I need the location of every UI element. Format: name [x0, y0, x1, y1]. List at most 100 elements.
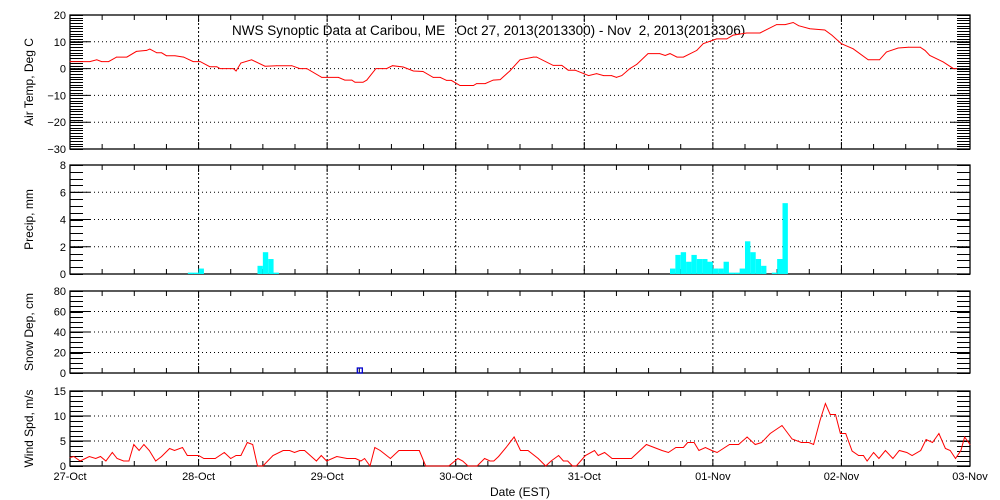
data-point [351, 79, 353, 81]
data-point [101, 61, 103, 63]
panel-3: 051015Wind Spd, m/s [22, 386, 971, 473]
data-point [682, 56, 684, 58]
data-point [321, 77, 323, 78]
data-point [813, 444, 814, 445]
data-point [698, 450, 700, 451]
data-point [944, 448, 946, 449]
data-point [845, 433, 847, 434]
data-point [439, 77, 441, 78]
data-point [214, 458, 216, 459]
data-point [509, 70, 511, 72]
data-point [138, 450, 140, 451]
data-point [320, 455, 322, 456]
data-point [476, 83, 478, 85]
y-tick-label: 80 [54, 286, 66, 298]
precip-bar [675, 254, 681, 274]
data-point [532, 56, 534, 58]
data-point [841, 43, 842, 45]
data-point [646, 444, 647, 445]
data-point [240, 62, 242, 64]
x-axis-label: Date (EST) [490, 485, 550, 499]
data-point [484, 458, 486, 459]
data-point [746, 436, 748, 438]
data-point [952, 68, 954, 69]
data-point [964, 436, 966, 438]
data-point [558, 455, 559, 456]
data-point [108, 61, 109, 63]
precip-bar [686, 261, 692, 274]
data-point [88, 456, 90, 457]
precip-bar [680, 252, 687, 274]
data-point [476, 465, 478, 467]
data-point [294, 452, 295, 453]
precip-bar [257, 265, 263, 274]
data-point [386, 68, 388, 69]
data-point [552, 64, 554, 66]
data-point [232, 68, 234, 69]
precip-bar [771, 272, 778, 274]
data-point [831, 34, 833, 36]
y-tick-label: 20 [54, 10, 66, 22]
data-point [759, 32, 761, 34]
data-point [230, 458, 232, 459]
data-point [304, 450, 306, 451]
data-point [629, 68, 631, 69]
data-point [166, 55, 167, 57]
x-tick-label: 28-Oct [182, 471, 215, 483]
data-point [519, 59, 521, 61]
y-tick-label: 2 [60, 242, 66, 254]
plot-frame [69, 390, 971, 467]
y-tick-label: 6 [60, 187, 66, 199]
data-point [898, 450, 900, 451]
data-point [116, 56, 118, 58]
data-point [143, 444, 145, 445]
precip-bar [198, 268, 204, 274]
data-point [932, 442, 933, 443]
data-point [784, 24, 786, 26]
data-point [264, 65, 266, 67]
data-point [161, 456, 163, 457]
data-point [631, 458, 632, 459]
y-tick-label: 60 [54, 307, 66, 319]
data-point [149, 48, 151, 50]
data-point [574, 69, 576, 71]
data-point [505, 447, 507, 448]
data-line [69, 402, 971, 468]
data-point [824, 29, 826, 31]
data-point [489, 460, 491, 462]
data-point [123, 460, 124, 462]
precip-bar [707, 261, 713, 274]
data-point [337, 77, 339, 78]
data-point [738, 444, 739, 445]
data-point [257, 465, 258, 467]
data-point [791, 438, 793, 440]
data-point [550, 460, 552, 462]
data-point [669, 53, 671, 54]
data-point [687, 442, 689, 443]
data-point [169, 448, 171, 449]
chart-title: NWS Synoptic Data at Caribou, ME Oct 27,… [232, 23, 745, 38]
data-point [919, 46, 921, 48]
data-point [537, 458, 539, 459]
data-point [128, 460, 130, 462]
data-point [182, 447, 183, 448]
data-point [693, 442, 695, 443]
data-point [536, 56, 538, 58]
precip-bar [728, 272, 735, 274]
data-point [448, 465, 450, 467]
data-point [726, 38, 728, 40]
data-point [798, 25, 799, 27]
data-point [561, 64, 563, 66]
data-point [572, 465, 573, 467]
data-point [873, 452, 874, 453]
data-point [781, 425, 783, 426]
data-point [664, 55, 666, 56]
data-point [282, 450, 284, 451]
x-tick-label: 29-Oct [311, 471, 344, 483]
data-point [729, 444, 730, 445]
data-point [907, 46, 909, 48]
data-point [949, 450, 951, 451]
data-point [133, 444, 135, 445]
data-point [594, 450, 595, 451]
data-point [235, 455, 237, 456]
